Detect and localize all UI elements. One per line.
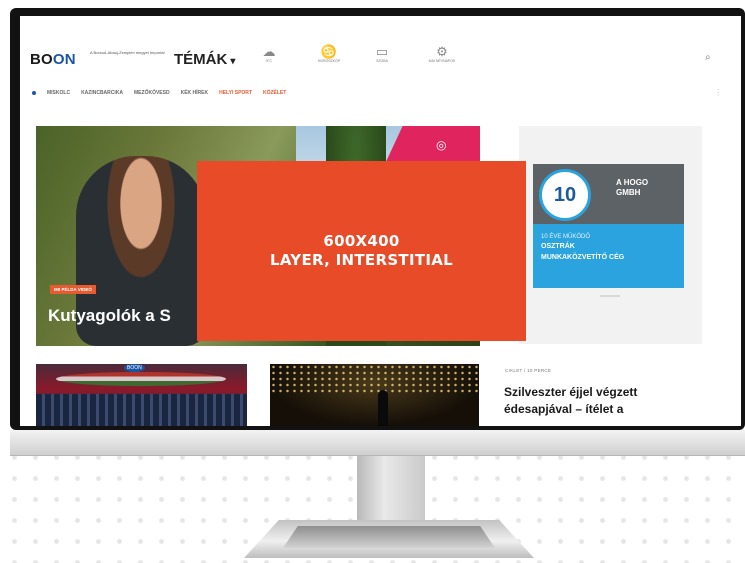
play-icon: ◎ <box>436 138 447 152</box>
ad-text-line-2: OSZTRÁK <box>541 243 575 250</box>
nav-item-mezokovesd[interactable]: MEZŐKÖVESD <box>134 90 170 96</box>
ad-text-line-1: 10 ÉVE MŰKÖDŐ <box>541 234 591 240</box>
flag-decoration <box>56 372 226 386</box>
interstitial-ad-placeholder[interactable]: 600X400 LAYER, INTERSTITIAL <box>197 161 526 341</box>
monitor-stand-base-inner <box>283 526 495 548</box>
article-thumbnail-1[interactable]: BOON <box>36 364 247 426</box>
horoscope-icon: ♋ <box>320 44 338 59</box>
silhouette-image <box>378 390 388 426</box>
ad-text-line-3: MUNKAKÖZVETÍTŐ CÉG <box>541 254 625 261</box>
hero-category-badge[interactable]: IMI PÉLDA VIDEÓ <box>50 285 96 294</box>
weather-widget[interactable]: ☁ 9°C <box>252 44 286 63</box>
nav-dot-icon <box>32 91 36 95</box>
ad-brand-line-1: A HOGO <box>616 178 649 187</box>
topics-menu-button[interactable]: TÉMÁK ▾ <box>174 51 235 68</box>
thumbnail-logo: BOON <box>124 364 145 372</box>
weather-label: 9°C <box>266 59 272 63</box>
kebab-menu-icon[interactable]: ⋮ <box>714 88 722 97</box>
namesday-widget[interactable]: ⚙ MAI NÉVNAPOK <box>425 44 459 63</box>
tv-icon: ▭ <box>375 44 389 59</box>
monitor-stand-neck <box>357 456 425 528</box>
chevron-down-icon: ▾ <box>230 56 236 67</box>
interstitial-size-label: 600X400 <box>323 232 400 250</box>
namesday-icon: ⚙ <box>436 44 448 59</box>
ad-brand: A HOGO GMBH <box>616 178 676 198</box>
nav-item-miskolc[interactable]: MISKOLC <box>47 90 70 96</box>
search-icon[interactable]: ⌕ <box>705 52 711 63</box>
horoscope-widget[interactable]: ♋ HOROSZKÓP <box>312 44 346 63</box>
cloud-icon: ☁ <box>262 44 276 59</box>
tv-label: SZOBA <box>376 59 388 63</box>
ad-banner-bottom[interactable]: 10 ÉVE MŰKÖDŐ OSZTRÁK MUNKAKÖZVETÍTŐ CÉG <box>533 224 684 288</box>
site-logo[interactable]: BOON <box>30 51 76 68</box>
topics-label: TÉMÁK <box>174 51 228 68</box>
fireworks-image <box>270 364 479 394</box>
article-meta: CIKLET / 10 PERCE <box>505 368 552 373</box>
crowd-image <box>36 394 247 426</box>
namesday-label: MAI NÉVNAPOK <box>428 59 456 63</box>
logo-part-1: BO <box>30 51 53 68</box>
nav-item-kazincbarcika[interactable]: KAZINCBARCIKA <box>81 90 123 96</box>
main-nav: MISKOLC KAZINCBARCIKA MEZŐKÖVESD KÉK HÍR… <box>32 88 286 98</box>
nav-item-kek-hirek[interactable]: KÉK HÍREK <box>181 90 209 96</box>
ad-footer-bar <box>600 295 620 297</box>
article-title[interactable]: Szilveszter éjjel végzett édesapjával – … <box>504 384 684 418</box>
hero-title[interactable]: Kutyagolók a S <box>48 306 171 326</box>
horoscope-label: HOROSZKÓP <box>317 59 341 63</box>
monitor-chin <box>10 430 745 456</box>
site-tagline: A Borsod-Abaúj-Zemplén megyei hírportál <box>90 50 165 55</box>
logo-part-2: ON <box>52 51 76 68</box>
ad-brand-line-2: GMBH <box>616 188 641 197</box>
interstitial-type-label: LAYER, INTERSTITIAL <box>269 251 454 269</box>
nav-item-helyi-sport[interactable]: HELYI SPORT <box>219 90 252 96</box>
article-thumbnail-2[interactable] <box>270 364 479 426</box>
nav-item-kozelet[interactable]: KÖZÉLET <box>263 90 286 96</box>
ad-logo-circle: 10 <box>539 169 591 221</box>
tv-widget[interactable]: ▭ SZOBA <box>365 44 399 63</box>
